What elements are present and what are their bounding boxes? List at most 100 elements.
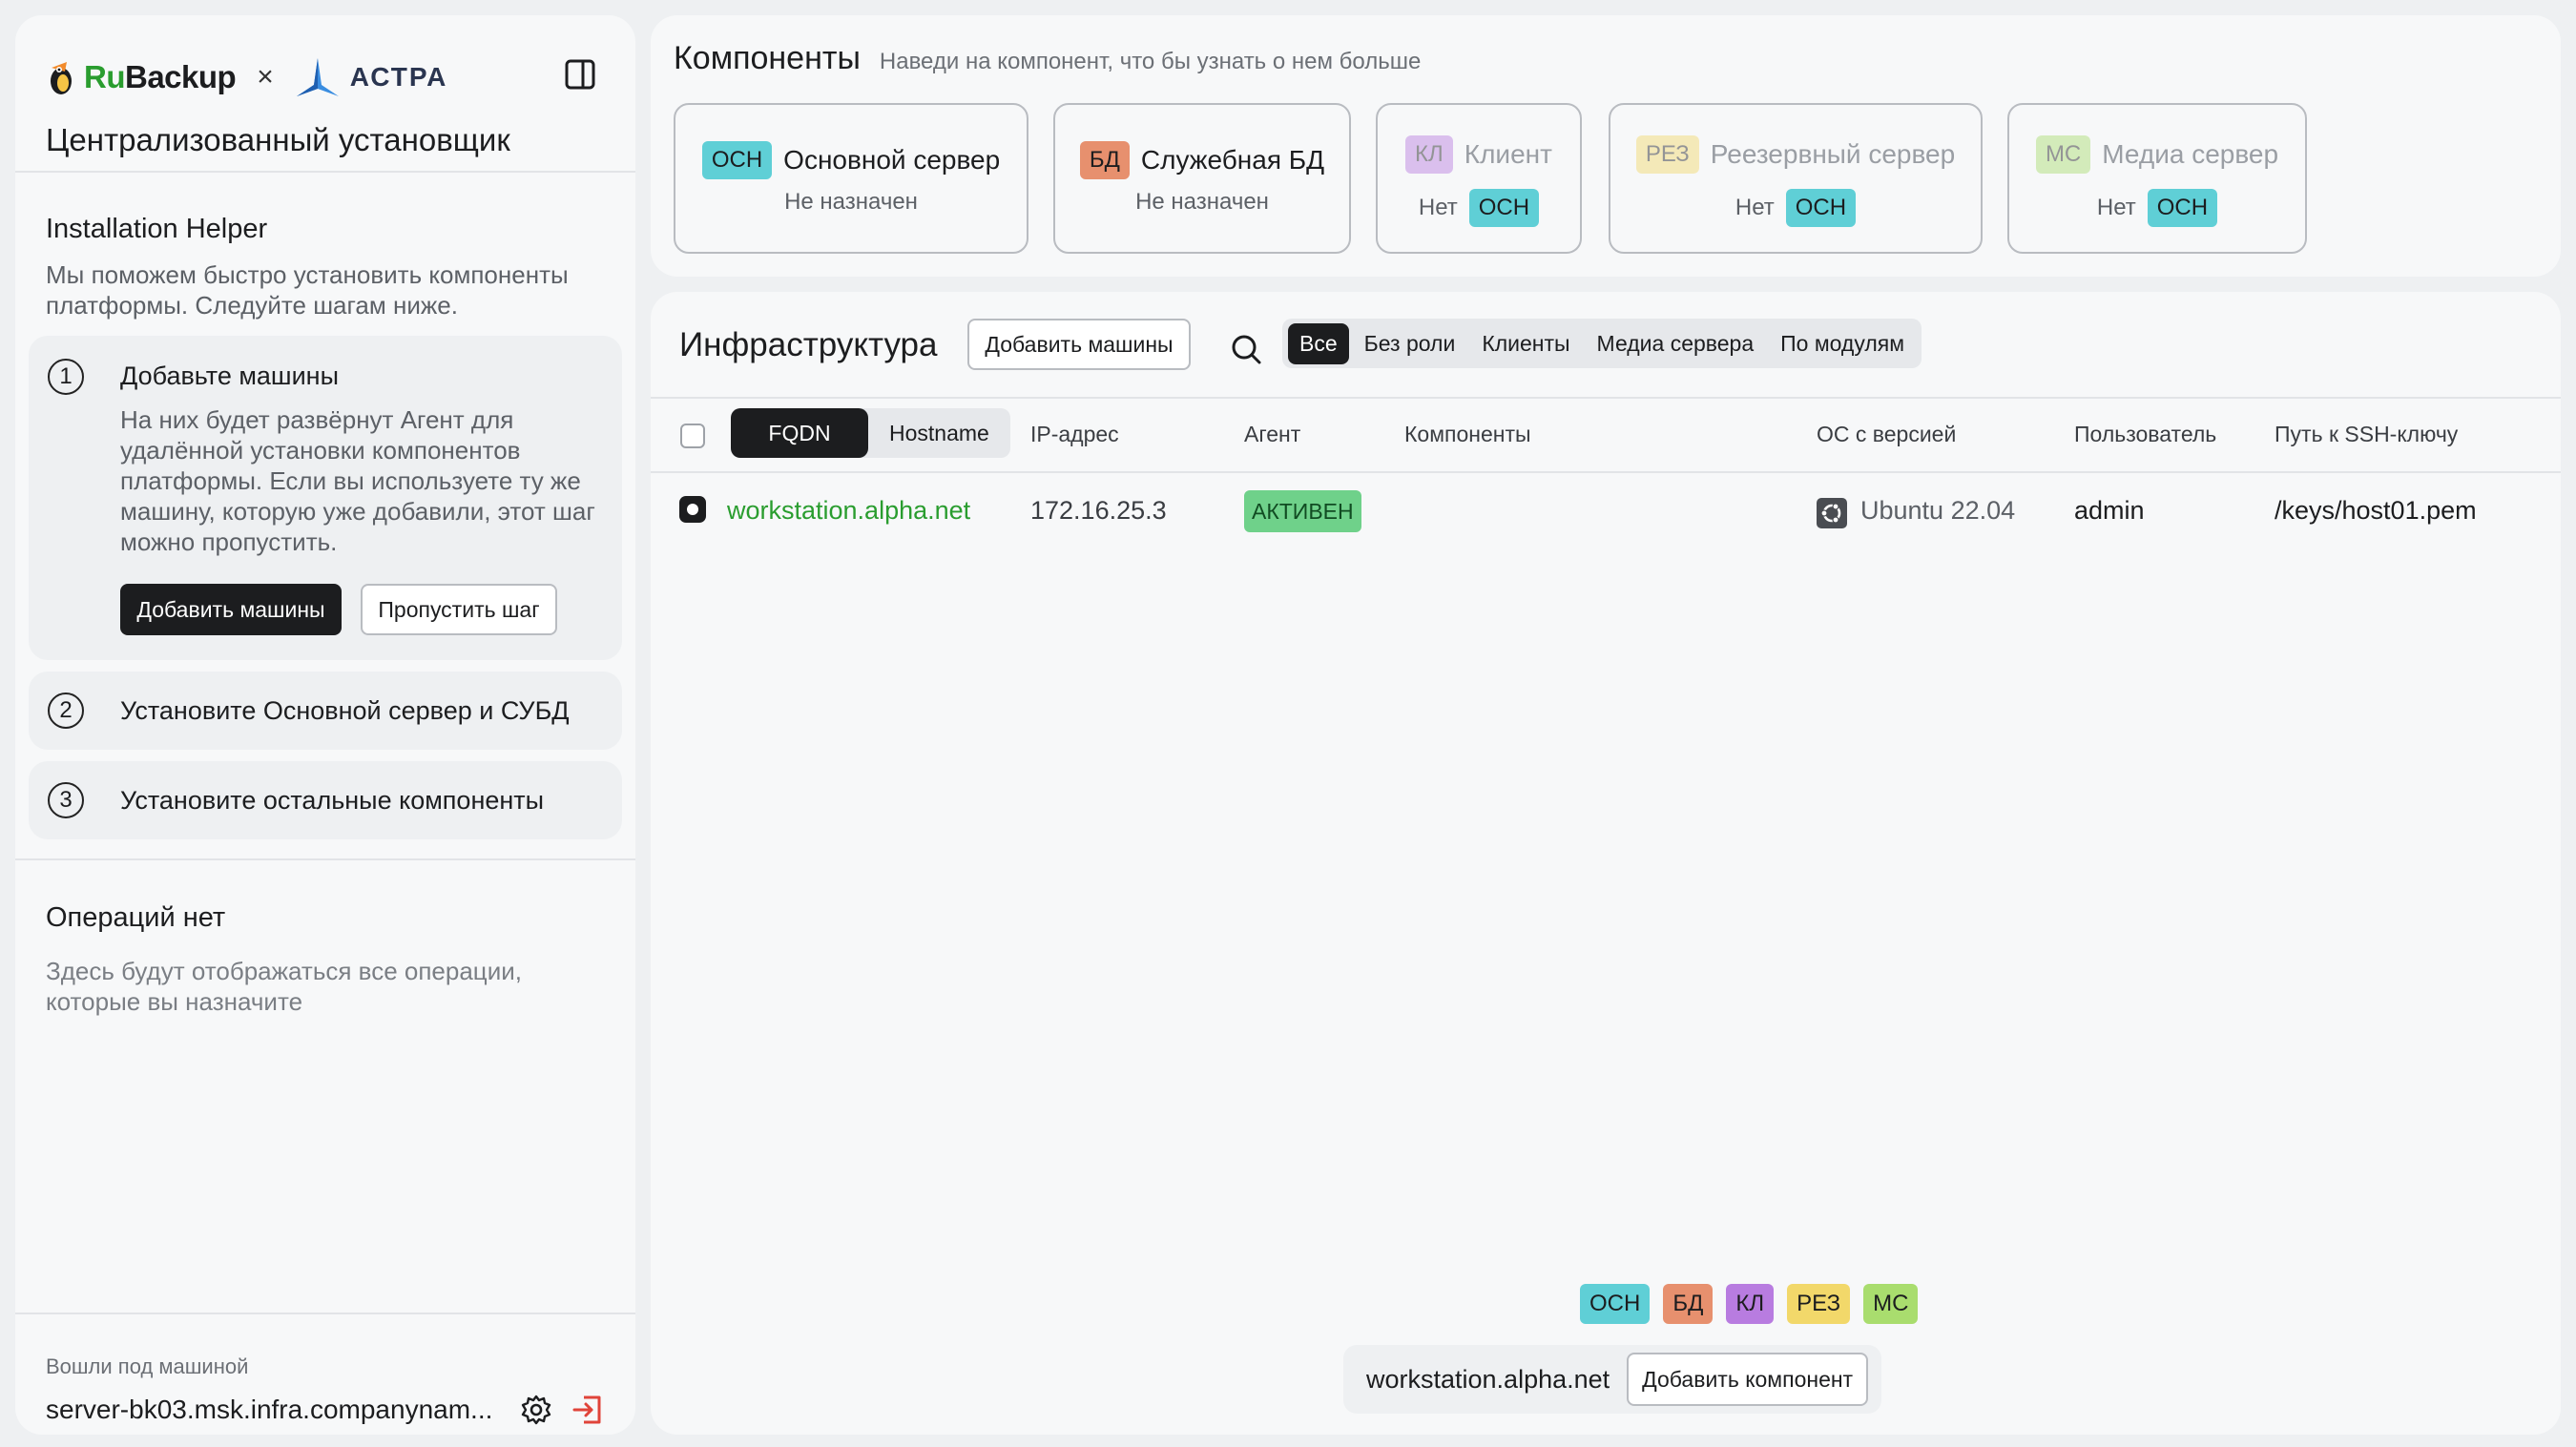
component-card-service-db[interactable]: БД Служебная БД Не назначен <box>1053 103 1351 254</box>
component-badge: ОСН <box>701 141 773 179</box>
settings-gear-icon[interactable] <box>519 1393 553 1427</box>
astra-logo: АСТРА <box>295 56 448 98</box>
hostname-toggle[interactable]: Hostname <box>868 408 1010 458</box>
components-subtitle: Наведи на компонент, что бы узнать о нем… <box>879 49 1422 74</box>
add-bd-badge[interactable]: БД <box>1663 1284 1714 1324</box>
login-label: Вошли под машиной <box>46 1354 249 1378</box>
selected-host: workstation.alpha.net <box>1366 1364 1610 1394</box>
component-status: Нет <box>2096 195 2136 220</box>
login-host: server-bk03.msk.infra.companynam... <box>46 1395 493 1424</box>
component-card-main-server[interactable]: ОСН Основной сервер Не назначен <box>674 103 1028 254</box>
table-header: FQDN Hostname IP-адрес Агент Компоненты … <box>651 397 2561 473</box>
column-user[interactable]: Пользователь <box>2074 422 2216 447</box>
brand-logos: RuBackup × АСТРА <box>46 53 447 101</box>
step-number: 3 <box>48 782 84 818</box>
table-row[interactable]: workstation.alpha.net 172.16.25.3 АКТИВЕ… <box>651 473 2561 546</box>
column-os[interactable]: ОС с версией <box>1817 422 1956 447</box>
dependency-badge: ОСН <box>1785 189 1857 227</box>
column-ssh-key[interactable]: Путь к SSH-ключу <box>2275 422 2458 447</box>
divider <box>15 858 635 860</box>
step-number: 2 <box>48 692 84 729</box>
step-title: Установите остальные компоненты <box>120 786 545 815</box>
column-components[interactable]: Компоненты <box>1404 422 1531 447</box>
component-badge: КЛ <box>1405 135 1453 174</box>
agent-status-badge: АКТИВЕН <box>1244 490 1361 532</box>
add-machines-button[interactable]: Добавить машины <box>967 319 1191 370</box>
filter-no-role[interactable]: Без роли <box>1353 323 1467 364</box>
rubackup-mascot-icon <box>51 62 72 94</box>
filter-by-modules[interactable]: По модулям <box>1769 323 1916 364</box>
component-badge: БД <box>1079 141 1130 179</box>
components-header: Компоненты Наведи на компонент, что бы у… <box>674 40 1421 77</box>
filter-clients[interactable]: Клиенты <box>1470 323 1581 364</box>
search-icon[interactable] <box>1227 330 1265 368</box>
component-badge: МС <box>2035 135 2091 174</box>
add-kl-badge[interactable]: КЛ <box>1726 1284 1775 1324</box>
skip-step-button[interactable]: Пропустить шаг <box>361 584 557 635</box>
infrastructure-title: Инфраструктура <box>679 326 938 363</box>
component-name: Реезервный сервер <box>1710 139 1956 169</box>
component-card-client[interactable]: КЛ Клиент Нет ОСН <box>1376 103 1582 254</box>
row-select-checkbox[interactable] <box>679 496 706 523</box>
operations-description: Здесь будут отображаться все операции, к… <box>46 957 522 1016</box>
selection-bar: workstation.alpha.net Добавить компонент <box>1343 1345 1882 1414</box>
components-panel: Компоненты Наведи на компонент, что бы у… <box>651 15 2561 277</box>
step-3-card[interactable]: 3 Установите остальные компоненты <box>29 761 622 839</box>
step-number: 1 <box>48 359 84 395</box>
fqdn-toggle[interactable]: FQDN <box>731 408 868 458</box>
helper-description: Мы поможем быстро установить компоненты … <box>46 260 569 320</box>
brand-separator: × <box>257 61 274 93</box>
step-2-card[interactable]: 2 Установите Основной сервер и СУБД <box>29 672 622 750</box>
infrastructure-panel: Инфраструктура Добавить машины Все Без р… <box>651 292 2561 1435</box>
component-name: Клиент <box>1464 139 1552 169</box>
component-card-media-server[interactable]: МС Медиа сервер Нет ОСН <box>2007 103 2307 254</box>
sidebar: RuBackup × АСТРА Централизованный устано… <box>15 15 635 1435</box>
ubuntu-logo-icon <box>1817 498 1847 528</box>
divider <box>15 1313 635 1314</box>
step-title: Установите Основной сервер и СУБД <box>120 696 570 725</box>
selection-component-badges: ОСН БД КЛ РЕЗ МС <box>1580 1284 1919 1324</box>
column-ip[interactable]: IP-адрес <box>1030 422 1119 447</box>
filter-tabs: Все Без роли Клиенты Медиа сервера По мо… <box>1282 319 1922 368</box>
component-status: Нет <box>1418 195 1458 220</box>
component-badge: РЕЗ <box>1635 135 1699 174</box>
components-title: Компоненты <box>674 40 861 76</box>
component-name: Основной сервер <box>783 145 1001 175</box>
step-body: На них будет развёрнут Агент для удалённ… <box>120 405 595 556</box>
step-title: Добавьте машины <box>120 362 339 390</box>
filter-all[interactable]: Все <box>1288 322 1349 364</box>
rubackup-logo: RuBackup <box>46 58 237 96</box>
row-fqdn-link[interactable]: workstation.alpha.net <box>727 496 970 526</box>
row-os: Ubuntu 22.04 <box>1860 496 2016 525</box>
row-ip: 172.16.25.3 <box>1030 496 1167 525</box>
add-machines-button[interactable]: Добавить машины <box>120 584 342 635</box>
filter-media-servers[interactable]: Медиа сервера <box>1586 323 1766 364</box>
add-rez-badge[interactable]: РЕЗ <box>1787 1284 1851 1324</box>
divider <box>15 171 635 173</box>
select-all-checkbox[interactable] <box>680 424 705 448</box>
step-1-card: 1 Добавьте машины На них будет развёрнут… <box>29 336 622 660</box>
component-status: Нет <box>1735 195 1775 220</box>
dependency-badge: ОСН <box>2147 189 2218 227</box>
add-ms-badge[interactable]: МС <box>1863 1284 1919 1324</box>
astra-wordmark: АСТРА <box>349 62 448 92</box>
row-ssh-key: /keys/host01.pem <box>2275 496 2477 525</box>
helper-title: Installation Helper <box>46 214 268 244</box>
astra-star-icon <box>296 58 339 96</box>
component-name: Служебная БД <box>1140 145 1325 175</box>
rubackup-wordmark: RuBackup <box>84 59 237 94</box>
add-osn-badge[interactable]: ОСН <box>1580 1284 1651 1324</box>
sidebar-toggle-icon[interactable] <box>563 57 597 92</box>
component-status: Не назначен <box>784 189 918 215</box>
add-component-button[interactable]: Добавить компонент <box>1627 1353 1869 1406</box>
operations-title: Операций нет <box>46 902 226 933</box>
component-card-reserve-server[interactable]: РЕЗ Реезервный сервер Нет ОСН <box>1609 103 1983 254</box>
name-mode-toggle: FQDN Hostname <box>731 408 1010 458</box>
row-user: admin <box>2074 496 2145 525</box>
component-status: Не назначен <box>1135 189 1269 215</box>
logout-icon[interactable] <box>571 1393 605 1427</box>
dependency-badge: ОСН <box>1468 189 1540 227</box>
sidebar-title: Централизованный установщик <box>46 122 510 157</box>
column-agent[interactable]: Агент <box>1244 422 1300 447</box>
component-name: Медиа сервер <box>2102 139 2279 169</box>
